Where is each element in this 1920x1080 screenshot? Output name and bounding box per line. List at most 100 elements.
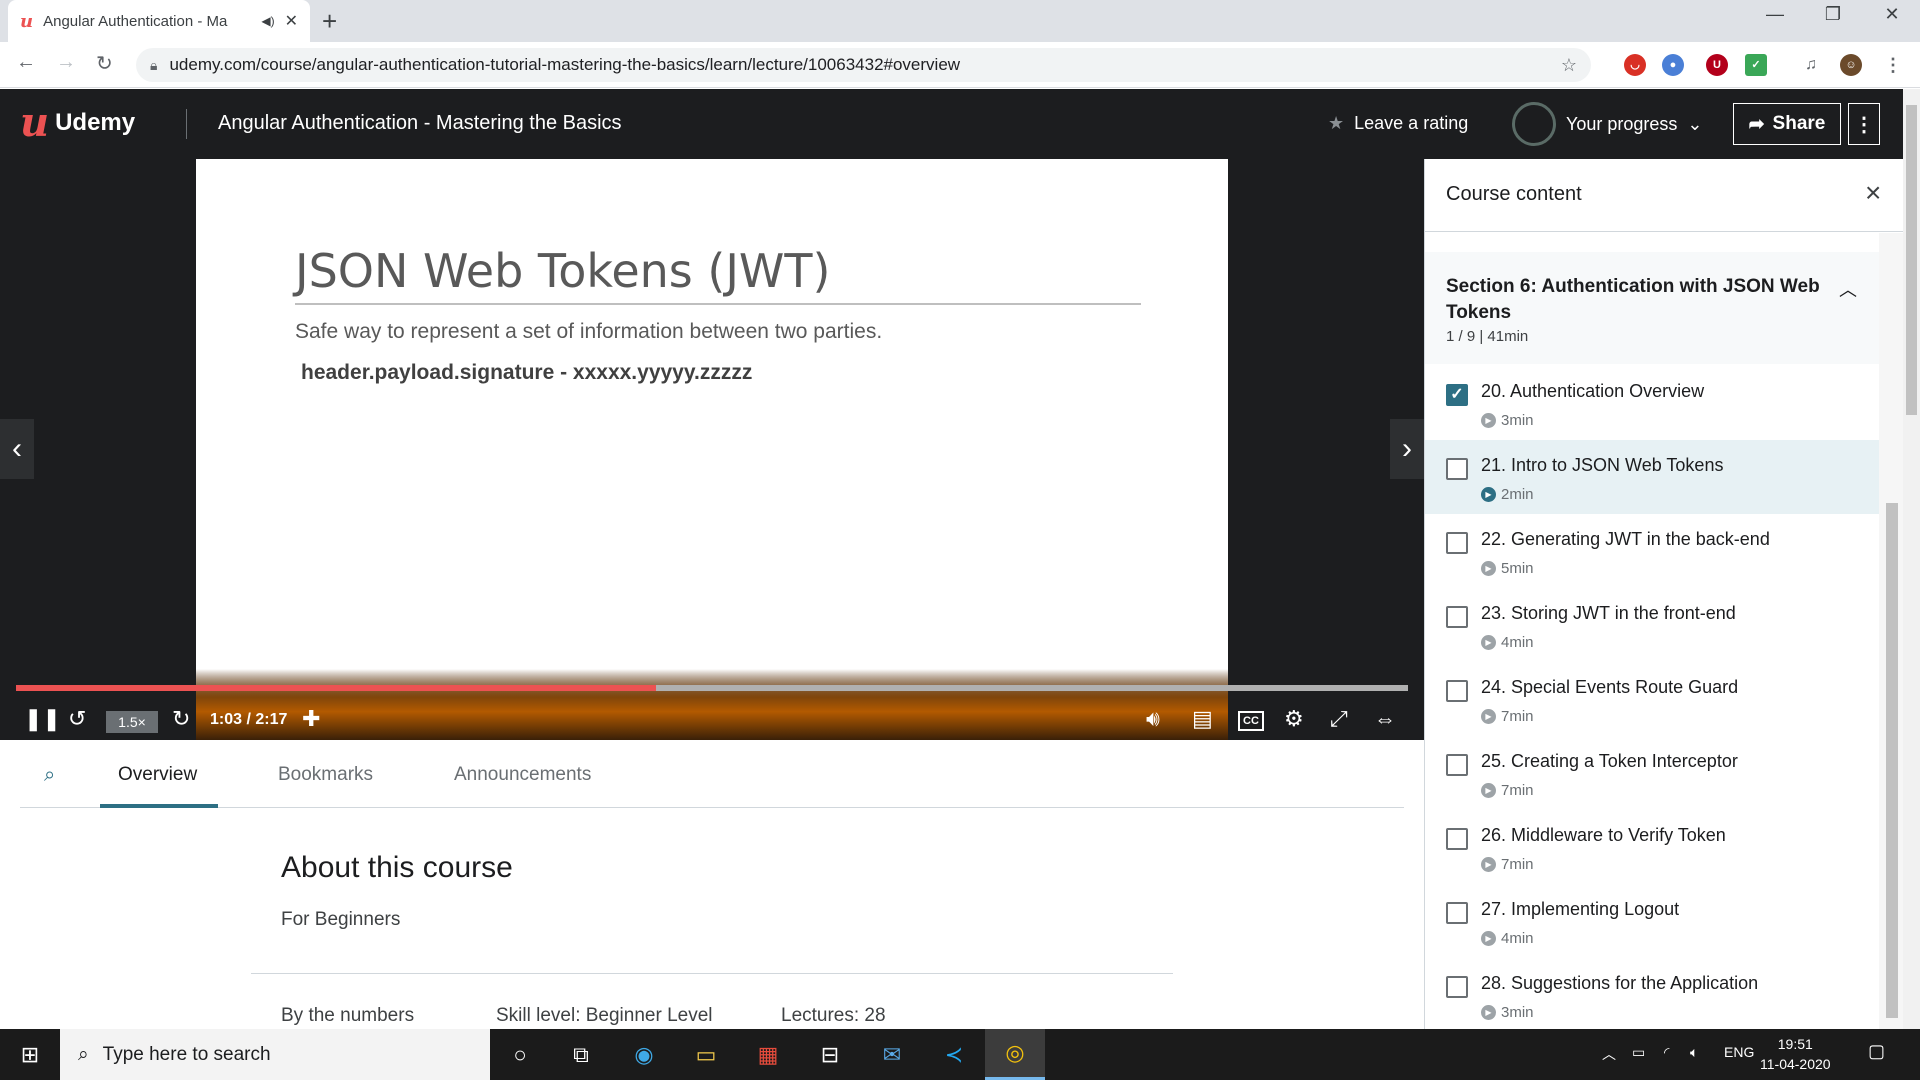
play-circle-icon: ▶ [1481, 857, 1496, 872]
search-icon[interactable]: ⌕ [44, 764, 55, 787]
reload-icon[interactable]: ↻ [96, 51, 113, 76]
lecture-item[interactable]: 23. Storing JWT in the front-end ▶ 4min [1425, 588, 1879, 662]
new-tab-button[interactable]: + [322, 6, 337, 37]
page-scrollbar[interactable] [1903, 89, 1920, 1029]
wifi-icon[interactable]: ◜ [1664, 1044, 1669, 1061]
play-circle-icon: ▶ [1481, 487, 1496, 502]
extension-ublock-icon[interactable]: U [1706, 54, 1728, 76]
lecture-item[interactable]: ✓ 20. Authentication Overview ▶ 3min [1425, 366, 1879, 440]
lecture-item[interactable]: 22. Generating JWT in the back-end ▶ 5min [1425, 514, 1879, 588]
task-view-icon[interactable]: ⧉ [565, 1039, 597, 1071]
bookmark-star-icon[interactable]: ☆ [1561, 55, 1577, 76]
battery-icon[interactable]: ▭ [1632, 1044, 1645, 1061]
tab-close-icon[interactable]: ✕ [285, 11, 298, 31]
tab-overview[interactable]: Overview [118, 764, 197, 786]
edge-icon[interactable]: ◉ [628, 1039, 660, 1071]
lecture-duration-text: 3min [1501, 412, 1534, 429]
lecture-title: 27. Implementing Logout [1481, 899, 1680, 919]
settings-gear-icon[interactable]: ⚙ [1284, 706, 1304, 732]
leave-rating-button[interactable]: ★ Leave a rating [1328, 113, 1468, 134]
chrome-taskbar-item[interactable]: ◎ [985, 1029, 1045, 1080]
back-icon[interactable]: ← [16, 51, 36, 74]
forward-icon[interactable]: → [56, 51, 76, 74]
share-button[interactable]: ➦ Share [1733, 103, 1841, 145]
browser-menu-icon[interactable]: ⋮ [1882, 54, 1904, 76]
media-control-icon[interactable]: ♫ [1800, 54, 1822, 76]
lecture-item[interactable]: 28. Suggestions for the Application ▶ 3min [1425, 958, 1879, 1029]
lecture-item[interactable]: 25. Creating a Token Interceptor ▶ 7min [1425, 736, 1879, 810]
transcript-icon[interactable]: ▤ [1192, 706, 1213, 732]
lecture-item[interactable]: 24. Special Events Route Guard ▶ 7min [1425, 662, 1879, 736]
more-options-button[interactable]: ⋮ [1848, 103, 1880, 145]
system-clock[interactable]: 19:51 11-04-2020 [1760, 1034, 1831, 1074]
next-lecture-button[interactable]: › [1390, 419, 1424, 479]
tab-announcements[interactable]: Announcements [454, 764, 591, 786]
your-progress-button[interactable]: Your progress ⌄ [1512, 102, 1703, 146]
taskbar-search[interactable]: ⌕ Type here to search [60, 1029, 490, 1080]
lecture-checkbox[interactable] [1446, 976, 1468, 998]
pause-icon[interactable]: ❚❚ [24, 706, 61, 732]
store-icon[interactable]: ⊟ [814, 1039, 846, 1071]
lecture-item[interactable]: 26. Middleware to Verify Token ▶ 7min [1425, 810, 1879, 884]
extension-green-icon[interactable]: ✓ [1745, 54, 1767, 76]
extension-blue-icon[interactable]: ● [1662, 54, 1684, 76]
lecture-checkbox[interactable] [1446, 458, 1468, 480]
section-header[interactable]: Section 6: Authentication with JSON Web … [1425, 252, 1879, 364]
lecture-checkbox[interactable] [1446, 680, 1468, 702]
mail-icon[interactable]: ✉ [876, 1039, 908, 1071]
add-bookmark-icon[interactable]: ✚ [302, 706, 320, 732]
tab-bookmarks[interactable]: Bookmarks [278, 764, 373, 786]
progress-scrubber[interactable] [16, 685, 1408, 691]
lecture-checkbox[interactable] [1446, 828, 1468, 850]
close-sidebar-icon[interactable]: × [1865, 177, 1881, 209]
extension-pocket-icon[interactable]: ◡ [1624, 54, 1646, 76]
url-text[interactable]: udemy.com/course/angular-authentication-… [169, 55, 1548, 75]
lecture-checkbox[interactable] [1446, 754, 1468, 776]
restore-icon[interactable]: ❐ [1803, 4, 1863, 25]
lecture-checkbox[interactable] [1446, 606, 1468, 628]
sidebar-scrollbar-thumb[interactable] [1886, 503, 1898, 1018]
vscode-icon[interactable]: ≺ [938, 1039, 970, 1071]
lecture-item[interactable]: 21. Intro to JSON Web Tokens ▶ 2min [1425, 440, 1879, 514]
about-heading: About this course [281, 851, 513, 884]
minimize-icon[interactable]: — [1745, 4, 1805, 25]
timecode: 1:03 / 2:17 [210, 711, 288, 728]
lock-icon[interactable]: 🔒︎ [150, 57, 157, 74]
audio-playing-icon[interactable]: ◀) [261, 14, 274, 28]
chevron-up-icon[interactable]: ︿ [1839, 276, 1857, 302]
video-player[interactable]: JSON Web Tokens (JWT) Safe way to repres… [0, 159, 1424, 740]
play-circle-icon: ▶ [1481, 931, 1496, 946]
tray-chevron-icon[interactable]: ︿ [1602, 1044, 1616, 1064]
page-scrollbar-thumb[interactable] [1906, 105, 1917, 415]
lecture-title: 22. Generating JWT in the back-end [1481, 529, 1770, 549]
file-explorer-icon[interactable]: ▭ [690, 1039, 722, 1071]
lecture-duration: ▶ 4min [1481, 634, 1534, 651]
lecture-checkbox[interactable]: ✓ [1446, 384, 1468, 406]
previous-lecture-button[interactable]: ‹ [0, 419, 34, 479]
rewind-icon[interactable]: ↺ [68, 706, 86, 732]
course-title[interactable]: Angular Authentication - Mastering the B… [218, 112, 622, 135]
language-indicator[interactable]: ENG [1724, 1044, 1754, 1060]
gift-app-icon[interactable]: ▦ [752, 1039, 784, 1071]
playback-speed-button[interactable]: 1.5× [106, 711, 158, 733]
lecture-checkbox[interactable] [1446, 902, 1468, 924]
lecture-checkbox[interactable] [1446, 532, 1468, 554]
speaker-icon[interactable]: 🔈︎ [1690, 1044, 1698, 1061]
windows-start-icon[interactable]: ⊞ [0, 1029, 60, 1080]
volume-icon[interactable]: 🔊︎ [1146, 706, 1160, 732]
play-circle-icon: ▶ [1481, 635, 1496, 650]
captions-icon[interactable]: CC [1238, 711, 1264, 731]
browser-tab[interactable]: u Angular Authentication - Ma ◀) ✕ [8, 0, 310, 42]
notifications-icon[interactable]: ▢ [1868, 1041, 1885, 1062]
profile-avatar[interactable]: ☺ [1840, 54, 1862, 76]
lecture-item[interactable]: 27. Implementing Logout ▶ 4min [1425, 884, 1879, 958]
udemy-logo[interactable]: u Udemy [20, 103, 135, 143]
fullscreen-icon[interactable]: ⤢ [1330, 706, 1348, 732]
address-bar[interactable]: 🔒︎ udemy.com/course/angular-authenticati… [136, 48, 1591, 82]
lecture-duration-text: 3min [1501, 1004, 1534, 1021]
cortana-icon[interactable]: ○ [504, 1039, 536, 1071]
forward-icon[interactable]: ↻ [172, 706, 190, 732]
theater-mode-icon[interactable]: ⇔ [1374, 706, 1396, 732]
sidebar-scrollbar[interactable] [1879, 233, 1903, 1029]
window-close-icon[interactable]: ✕ [1862, 4, 1920, 25]
